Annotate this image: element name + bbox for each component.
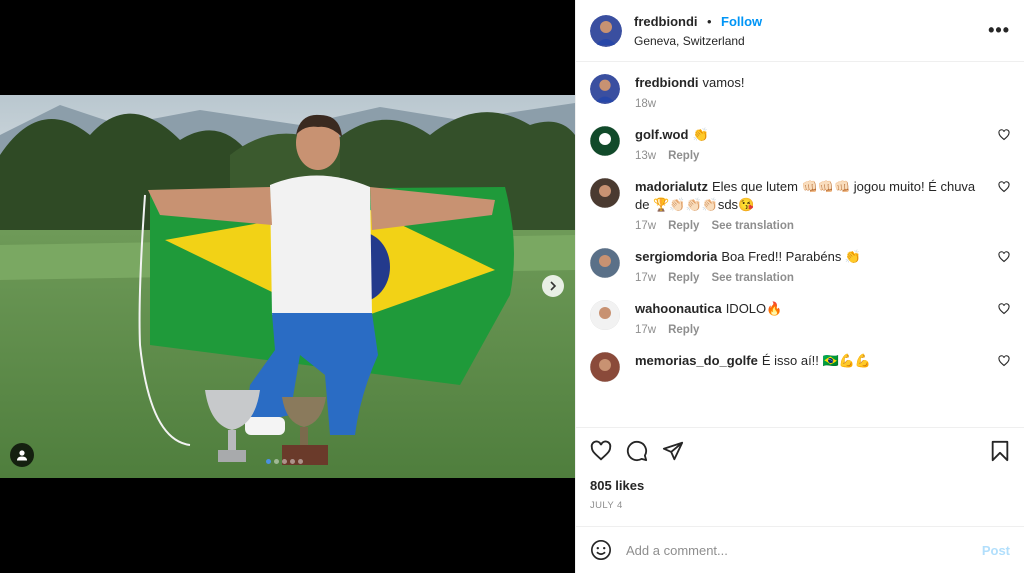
reply-button[interactable]: Reply bbox=[668, 324, 699, 336]
commenter-username[interactable]: madorialutz bbox=[635, 179, 708, 194]
see-translation-button[interactable]: See translation bbox=[711, 220, 793, 232]
follow-button[interactable]: Follow bbox=[721, 14, 762, 29]
comment-item: madorialutz Eles que lutem 👊🏻👊🏻👊🏻 jogou m… bbox=[590, 178, 1010, 232]
tagged-users-button[interactable] bbox=[10, 443, 34, 467]
comment-like-heart-icon[interactable] bbox=[998, 181, 1010, 193]
comment-item: memorias_do_golfe É isso aí!! 🇧🇷💪💪 bbox=[590, 352, 1010, 382]
comment-like-heart-icon[interactable] bbox=[998, 303, 1010, 315]
post-comment-button[interactable]: Post bbox=[982, 543, 1010, 558]
like-heart-icon[interactable] bbox=[590, 440, 612, 462]
post-photo bbox=[0, 95, 575, 478]
carousel-dot bbox=[282, 459, 287, 464]
author-avatar[interactable] bbox=[590, 14, 622, 47]
commenter-username[interactable]: sergiomdoria bbox=[635, 249, 717, 264]
comment-item: golf.wod 👏 13w Reply bbox=[590, 126, 1010, 162]
emoji-icon[interactable] bbox=[590, 539, 612, 561]
caption: fredbiondi vamos! 18w bbox=[590, 74, 1010, 110]
comment-like-heart-icon[interactable] bbox=[998, 129, 1010, 141]
likes-count[interactable]: 805 likes bbox=[590, 478, 1010, 493]
reply-button[interactable]: Reply bbox=[668, 220, 699, 232]
reply-button[interactable]: Reply bbox=[668, 272, 699, 284]
commenter-avatar[interactable] bbox=[590, 126, 620, 156]
comment-like-heart-icon[interactable] bbox=[998, 251, 1010, 263]
carousel-dot bbox=[298, 459, 303, 464]
caption-text: vamos! bbox=[702, 75, 745, 90]
reply-button[interactable]: Reply bbox=[668, 150, 699, 162]
comment-time[interactable]: 13w bbox=[635, 150, 656, 162]
caption-avatar[interactable] bbox=[590, 74, 620, 104]
chevron-right-icon bbox=[550, 281, 557, 291]
commenter-avatar[interactable] bbox=[590, 300, 620, 330]
post-media bbox=[0, 0, 575, 573]
save-bookmark-icon[interactable] bbox=[990, 440, 1010, 462]
post-side-panel: fredbiondi • Follow Geneva, Switzerland … bbox=[575, 0, 1024, 573]
header-separator: • bbox=[707, 14, 712, 29]
comment-text: IDOLO🔥 bbox=[725, 301, 783, 316]
add-comment-bar: Post bbox=[576, 526, 1024, 573]
comment-time[interactable]: 17w bbox=[635, 272, 656, 284]
comments-list[interactable]: fredbiondi vamos! 18w golf.wod 👏 13w Reply… bbox=[576, 62, 1024, 428]
comment-item: wahoonautica IDOLO🔥 17w Reply bbox=[590, 300, 1010, 336]
comment-input[interactable] bbox=[626, 542, 982, 558]
share-icon[interactable] bbox=[662, 440, 684, 462]
commenter-username[interactable]: memorias_do_golfe bbox=[635, 353, 758, 368]
carousel-dot bbox=[290, 459, 295, 464]
user-icon bbox=[17, 450, 27, 461]
caption-time[interactable]: 18w bbox=[635, 98, 656, 110]
comment-time[interactable]: 17w bbox=[635, 324, 656, 336]
post-actions: 805 likes JULY 4 bbox=[576, 427, 1024, 511]
post-location[interactable]: Geneva, Switzerland bbox=[634, 34, 988, 48]
more-options-button[interactable]: ••• bbox=[988, 20, 1010, 41]
see-translation-button[interactable]: See translation bbox=[711, 272, 793, 284]
carousel-dot bbox=[274, 459, 279, 464]
carousel-indicator bbox=[266, 459, 303, 464]
comment-time[interactable]: 17w bbox=[635, 220, 656, 232]
carousel-dot bbox=[266, 459, 271, 464]
comment-like-heart-icon[interactable] bbox=[998, 355, 1010, 367]
comment-text: Boa Fred!! Parabéns 👏 bbox=[721, 249, 862, 264]
comment-text: É isso aí!! 🇧🇷💪💪 bbox=[761, 353, 872, 368]
comment-item: sergiomdoria Boa Fred!! Parabéns 👏 17w Re… bbox=[590, 248, 1010, 284]
comment-icon[interactable] bbox=[626, 440, 648, 462]
commenter-avatar[interactable] bbox=[590, 248, 620, 278]
caption-username[interactable]: fredbiondi bbox=[635, 75, 699, 90]
commenter-avatar[interactable] bbox=[590, 352, 620, 382]
author-username[interactable]: fredbiondi bbox=[634, 14, 698, 29]
commenter-username[interactable]: wahoonautica bbox=[635, 301, 722, 316]
comment-text: 👏 bbox=[692, 127, 709, 142]
post-header: fredbiondi • Follow Geneva, Switzerland … bbox=[576, 0, 1024, 62]
next-slide-button[interactable] bbox=[542, 275, 564, 297]
post-date: JULY 4 bbox=[590, 500, 623, 511]
commenter-username[interactable]: golf.wod bbox=[635, 127, 688, 142]
post-dialog: fredbiondi • Follow Geneva, Switzerland … bbox=[0, 0, 1024, 573]
commenter-avatar[interactable] bbox=[590, 178, 620, 208]
